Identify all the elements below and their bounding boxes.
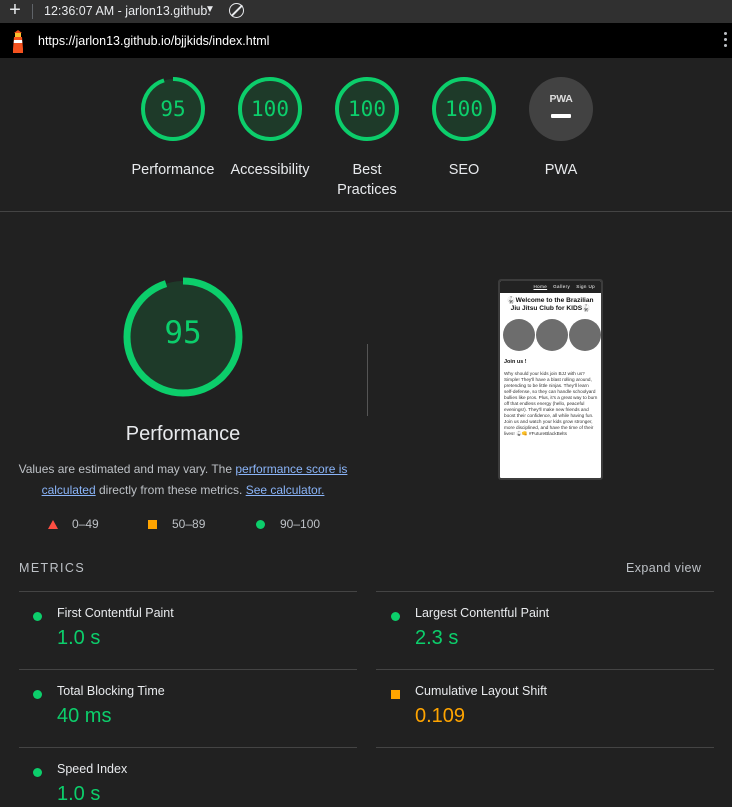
pwa-badge-text: PWA bbox=[549, 93, 573, 105]
gauge-ring: 100 bbox=[237, 76, 303, 142]
triangle-icon bbox=[48, 520, 58, 529]
metric-divider bbox=[19, 669, 357, 670]
pass-dot-icon bbox=[391, 612, 400, 621]
gauge-score: 100 bbox=[445, 97, 483, 121]
average-square-icon bbox=[391, 690, 400, 699]
performance-gauge: 95 bbox=[122, 276, 244, 398]
metrics-heading: METRICS bbox=[19, 561, 86, 575]
metric-name: First Contentful Paint bbox=[57, 606, 174, 620]
clear-icon[interactable] bbox=[229, 3, 244, 18]
metric-divider bbox=[376, 591, 714, 592]
note-middle: directly from these metrics. bbox=[95, 483, 246, 497]
circle-icon bbox=[256, 520, 265, 529]
gauge-ring: 100 bbox=[431, 76, 497, 142]
metric-divider bbox=[19, 591, 357, 592]
gauge-label: Accessibility bbox=[230, 162, 310, 178]
thumb-photo bbox=[536, 319, 568, 351]
note-prefix: Values are estimated and may vary. The bbox=[18, 462, 236, 476]
see-calculator-link[interactable]: See calculator. bbox=[246, 483, 325, 497]
thumb-images bbox=[503, 319, 601, 351]
pass-dot-icon bbox=[33, 612, 42, 621]
thumb-photo bbox=[569, 319, 601, 351]
thumb-title: 🥋Welcome to the Brazilian Jiu Jitsu Club… bbox=[507, 297, 594, 312]
legend-fail-range: 0–49 bbox=[72, 517, 99, 531]
thumb-nav-home: Home bbox=[533, 284, 548, 289]
lighthouse-logo-icon bbox=[13, 30, 23, 53]
page-url[interactable]: https://jarlon13.github.io/bjjkids/index… bbox=[38, 34, 269, 48]
metric-name: Total Blocking Time bbox=[57, 684, 165, 698]
thumb-nav-gallery: Gallery bbox=[553, 284, 571, 289]
more-options-icon[interactable] bbox=[724, 32, 728, 50]
gauge-pwa[interactable]: PWA PWA bbox=[506, 77, 616, 180]
gauge-label-line1: Best bbox=[352, 162, 382, 178]
vertical-divider bbox=[367, 344, 368, 416]
pass-dot-icon bbox=[33, 690, 42, 699]
pwa-dash bbox=[551, 114, 571, 118]
thumb-body: Why should your kids join BJJ with us? S… bbox=[504, 371, 598, 436]
performance-title: Performance bbox=[125, 423, 241, 445]
gauge-accessibility[interactable]: 100 Accessibility bbox=[215, 76, 325, 180]
gauge-ring: 95 bbox=[140, 76, 206, 142]
chevron-down-icon[interactable]: ▼ bbox=[205, 4, 215, 15]
pwa-badge-icon: PWA bbox=[529, 77, 593, 141]
report-selector[interactable]: 12:36:07 AM - jarlon13.github. bbox=[44, 4, 211, 18]
gauge-label: Best Practices bbox=[312, 160, 422, 200]
gauge-label: Performance bbox=[131, 162, 215, 178]
final-screenshot[interactable]: Home Gallery Sign Up 🥋Welcome to the Brazi… bbox=[498, 279, 603, 480]
metric-divider bbox=[376, 669, 714, 670]
gauge-score: 100 bbox=[348, 97, 386, 121]
metric-value: 2.3 s bbox=[415, 627, 459, 649]
metric-value: 1.0 s bbox=[57, 783, 101, 805]
metric-divider bbox=[376, 747, 714, 748]
metric-value: 40 ms bbox=[57, 705, 112, 727]
gauge-performance[interactable]: 95 Performance bbox=[118, 76, 228, 180]
performance-score: 95 bbox=[164, 315, 202, 351]
gauge-ring: 100 bbox=[334, 76, 400, 142]
metric-name: Cumulative Layout Shift bbox=[415, 684, 548, 698]
metric-value: 1.0 s bbox=[57, 627, 101, 649]
section-divider bbox=[0, 211, 732, 212]
metric-divider bbox=[19, 747, 357, 748]
legend-average-range: 50–89 bbox=[172, 517, 206, 531]
devtools-toolbar: + 12:36:07 AM - jarlon13.github. ▼ bbox=[0, 0, 732, 23]
thumb-photo bbox=[503, 319, 535, 351]
new-report-button[interactable]: + bbox=[4, 0, 26, 22]
gauge-label: PWA bbox=[544, 162, 578, 178]
gauge-seo[interactable]: 100 SEO bbox=[409, 76, 519, 180]
toolbar-divider bbox=[32, 4, 33, 19]
pass-dot-icon bbox=[33, 768, 42, 777]
gauge-best-practices[interactable]: 100 Best Practices bbox=[312, 76, 422, 200]
thumb-nav: Home Gallery Sign Up bbox=[500, 281, 601, 293]
gauge-score: 95 bbox=[160, 97, 186, 121]
url-bar: https://jarlon13.github.io/bjjkids/index… bbox=[0, 23, 732, 58]
thumb-join: Join us ! bbox=[504, 359, 527, 365]
thumb-nav-signup: Sign Up bbox=[576, 284, 595, 289]
gauge-label: SEO bbox=[448, 162, 480, 178]
metric-name: Speed Index bbox=[57, 762, 128, 776]
metric-name: Largest Contentful Paint bbox=[415, 606, 550, 620]
metric-value: 0.109 bbox=[415, 705, 466, 727]
gauge-score: 100 bbox=[251, 97, 289, 121]
legend-pass-range: 90–100 bbox=[280, 517, 321, 531]
square-icon bbox=[148, 520, 157, 529]
expand-view-button[interactable]: Expand view bbox=[626, 561, 701, 575]
gauge-label-line2: Practices bbox=[337, 182, 397, 198]
performance-note: Values are estimated and may vary. The p… bbox=[18, 459, 348, 501]
